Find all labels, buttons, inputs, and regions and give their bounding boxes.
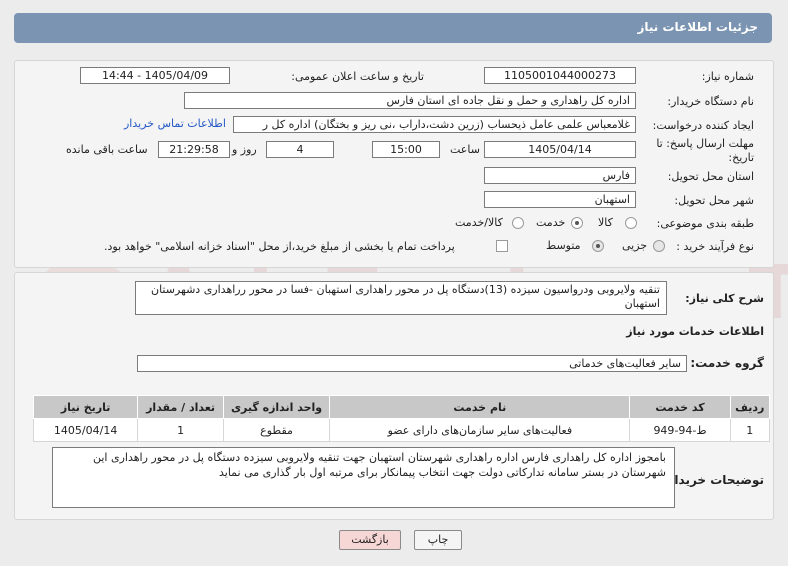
cell-service-name: فعالیت‌های سایر سازمان‌های دارای عضو — [329, 418, 631, 442]
buyer-notes-textarea[interactable]: بامجوز اداره کل راهداری فارس اداره راهدا… — [52, 447, 675, 508]
deadline-time-label: ساعت — [450, 143, 480, 156]
category-goods-label: کالا — [598, 216, 613, 229]
service-group-label: گروه خدمت: — [690, 356, 764, 370]
deadline-label: مهلت ارسال پاسخ: تا تاریخ: — [656, 137, 754, 164]
category-label: طبقه بندی موضوعی: — [656, 217, 754, 230]
cell-row-number: 1 — [729, 418, 771, 442]
category-service-label: خدمت — [536, 216, 566, 229]
col-row-number: ردیف — [729, 395, 771, 419]
page-title: جزئیات اطلاعات نیاز — [637, 20, 758, 34]
announce-datetime-field: 1405/04/09 - 14:44 — [80, 67, 230, 84]
cell-service-code: ط-94-949 — [629, 418, 731, 442]
back-button[interactable]: بازگشت — [339, 530, 401, 550]
col-unit: واحد اندازه گیری — [222, 395, 331, 419]
summary-label: شرح کلی نیاز: — [685, 292, 764, 305]
col-need-date: تاریخ نیاز — [32, 395, 139, 419]
table-row: 1 ط-94-949 فعالیت‌های سایر سازمان‌های دا… — [32, 418, 771, 442]
cell-need-date: 1405/04/14 — [32, 418, 139, 442]
buyer-org-label: نام دستگاه خریدار: — [667, 95, 754, 108]
deadline-date-field: 1405/04/14 — [484, 141, 636, 158]
cell-unit: مقطوع — [222, 418, 331, 442]
announce-datetime-label: تاریخ و ساعت اعلان عمومی: — [291, 70, 424, 83]
col-service-code: کد خدمت — [629, 395, 731, 419]
creator-label: ایجاد کننده درخواست: — [652, 119, 754, 132]
summary-text: تنقیه ولایروبی ودرواسیون سیزده (13)دستگا… — [135, 281, 667, 315]
time-remaining-label: ساعت باقی مانده — [66, 143, 148, 156]
service-group-field: سایر فعالیت‌های خدماتی — [137, 355, 687, 372]
process-minor-label: جزیی — [622, 239, 648, 252]
table-header-row: ردیف کد خدمت نام خدمت واحد اندازه گیری ت… — [32, 395, 771, 419]
time-remaining-field: 21:29:58 — [158, 141, 230, 158]
services-table: ردیف کد خدمت نام خدمت واحد اندازه گیری ت… — [32, 395, 771, 442]
col-quantity: تعداد / مقدار — [137, 395, 224, 419]
days-label: روز و — [232, 143, 257, 156]
days-remaining-field: 4 — [266, 141, 334, 158]
buyer-org-field: اداره کل راهداری و حمل و نقل جاده ای است… — [184, 92, 636, 109]
category-radio-service[interactable] — [571, 217, 583, 229]
print-button[interactable]: چاپ — [414, 530, 462, 550]
treasury-payment-note: پرداخت تمام یا بخشی از مبلغ خرید،از محل … — [104, 240, 455, 253]
services-section-title: اطلاعات خدمات مورد نیاز — [626, 325, 764, 338]
province-field: فارس — [484, 167, 636, 184]
cell-quantity: 1 — [137, 418, 224, 442]
need-number-field: 1105001044000273 — [484, 67, 636, 84]
creator-field: غلامعباس علمی عامل ذیحساب (زرین دشت،دارا… — [233, 116, 636, 133]
treasury-payment-checkbox[interactable] — [496, 240, 508, 252]
need-number-label: شماره نیاز: — [701, 70, 754, 83]
page-header: جزئیات اطلاعات نیاز — [14, 13, 772, 43]
buyer-notes-label: توضیحات خریدار: — [662, 473, 764, 487]
deadline-time-field: 15:00 — [372, 141, 440, 158]
process-type-label: نوع فرآیند خرید : — [676, 240, 754, 253]
process-radio-minor[interactable] — [653, 240, 665, 252]
province-label: استان محل تحویل: — [667, 170, 754, 183]
city-label: شهر محل تحویل: — [674, 194, 754, 207]
process-medium-label: متوسط — [546, 239, 581, 252]
process-radio-medium[interactable] — [592, 240, 604, 252]
category-both-label: کالا/خدمت — [455, 216, 503, 229]
category-radio-goods-service[interactable] — [512, 217, 524, 229]
col-service-name: نام خدمت — [329, 395, 631, 419]
buyer-contact-link[interactable]: اطلاعات تماس خریدار — [124, 117, 226, 130]
category-radio-goods[interactable] — [625, 217, 637, 229]
city-field: استهبان — [484, 191, 636, 208]
